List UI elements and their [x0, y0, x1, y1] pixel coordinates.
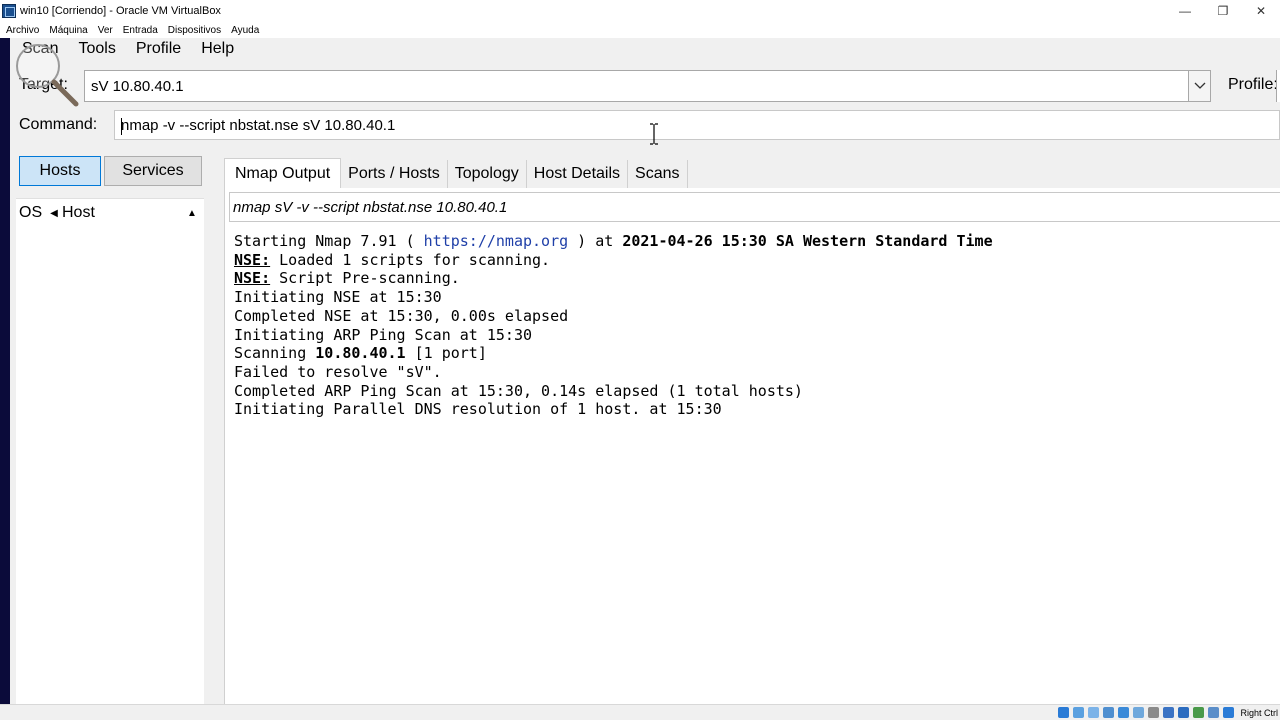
guest-screen: Scan Tools Profile Help Target: sV 10.80…	[0, 38, 1280, 704]
optical-drive-icon[interactable]	[1073, 707, 1085, 718]
output-line: Scanning 10.80.40.1 [1 port]	[234, 344, 487, 362]
profile-combobox[interactable]	[1276, 70, 1280, 102]
host-list-header: OS ◀ Host ▲	[16, 199, 204, 227]
tab-ports-hosts[interactable]: Ports / Hosts	[341, 160, 448, 188]
output-ip: 10.80.40.1	[315, 344, 406, 363]
zenmap-menubar: Scan Tools Profile Help	[10, 38, 1280, 60]
vbox-menu-ver[interactable]: Ver	[98, 25, 113, 36]
vbox-menu-entrada[interactable]: Entrada	[123, 25, 158, 36]
recording-icon[interactable]	[1193, 707, 1205, 718]
output-text-segment: Script Pre-scanning.	[270, 269, 460, 288]
nse-label: NSE:	[234, 269, 271, 288]
target-input[interactable]: sV 10.80.40.1	[85, 78, 1188, 95]
hosts-button[interactable]: Hosts	[19, 156, 101, 186]
output-line: Failed to resolve "sV".	[234, 362, 442, 381]
guest-desktop-edge	[0, 38, 10, 704]
output-text-segment: [1 port]	[405, 344, 487, 363]
output-timezone: SA Western Standard Time	[766, 232, 993, 250]
output-line: Completed NSE at 15:30, 0.00s elapsed	[234, 306, 569, 325]
output-line: Initiating ARP Ping Scan at 15:30	[234, 325, 533, 344]
vbox-menubar: Archivo Máquina Ver Entrada Dispositivos…	[0, 22, 1280, 38]
tab-nmap-output[interactable]: Nmap Output	[224, 158, 342, 188]
close-icon[interactable]: ✕	[1242, 0, 1280, 22]
column-os-label: OS	[19, 204, 43, 221]
menu-profile[interactable]: Profile	[136, 40, 181, 58]
command-field[interactable]: nmap -v --script nbstat.nse sV 10.80.40.…	[114, 110, 1280, 140]
virtualbox-icon	[2, 4, 16, 18]
minimize-icon[interactable]: —	[1166, 0, 1204, 22]
display-icon[interactable]	[1148, 707, 1160, 718]
network-icon[interactable]	[1103, 707, 1115, 718]
output-line: Starting Nmap 7.91 ( https://nmap.org ) …	[234, 232, 993, 250]
column-host[interactable]: Host	[62, 204, 180, 222]
output-text-segment: Scanning	[234, 344, 316, 363]
column-os[interactable]: OS ◀	[16, 204, 62, 222]
shared-folders-icon[interactable]	[1133, 707, 1145, 718]
output-text-segment: Loaded 1 scripts for scanning.	[270, 250, 551, 269]
output-line: NSE: Loaded 1 scripts for scanning.	[234, 251, 550, 269]
command-text: nmap -v --script nbstat.nse sV 10.80.40.…	[121, 116, 396, 134]
output-line: NSE: Script Pre-scanning.	[234, 269, 460, 287]
audio-icon[interactable]	[1088, 707, 1100, 718]
magnifier-icon	[16, 44, 79, 107]
menu-help[interactable]: Help	[201, 40, 234, 58]
vbox-menu-dispositivos[interactable]: Dispositivos	[168, 25, 221, 36]
output-line: Completed ARP Ping Scan at 15:30, 0.14s …	[234, 381, 803, 400]
tab-scans[interactable]: Scans	[628, 160, 688, 188]
host-key-label: Right Ctrl	[1240, 707, 1278, 718]
menu-tools[interactable]: Tools	[78, 40, 115, 58]
output-line: Initiating Parallel DNS resolution of 1 …	[234, 400, 722, 419]
command-label: Command:	[19, 116, 98, 133]
hard-disk-icon[interactable]	[1058, 707, 1070, 718]
profile-label: Profile:	[1228, 76, 1278, 93]
keyboard-icon[interactable]	[1223, 707, 1235, 718]
output-line: Initiating NSE at 15:30	[234, 288, 442, 307]
host-list[interactable]: OS ◀ Host ▲	[16, 198, 204, 704]
triangle-left-icon: ◀	[50, 207, 58, 219]
vbox-menu-maquina[interactable]: Máquina	[49, 25, 87, 36]
vbox-titlebar: win10 [Corriendo] - Oracle VM VirtualBox…	[0, 0, 1280, 22]
mouse-integration-icon[interactable]	[1208, 707, 1220, 718]
vbox-statusbar: Right Ctrl	[0, 704, 1280, 720]
window-title: win10 [Corriendo] - Oracle VM VirtualBox	[20, 5, 221, 17]
usb-icon[interactable]	[1118, 707, 1130, 718]
cpu-icon[interactable]	[1178, 707, 1190, 718]
services-button[interactable]: Services	[104, 156, 202, 186]
tab-topology[interactable]: Topology	[447, 160, 527, 188]
nmap-output-panel: nmap sV -v --script nbstat.nse 10.80.40.…	[224, 188, 1280, 704]
output-command-selector[interactable]: nmap sV -v --script nbstat.nse 10.80.40.…	[229, 192, 1280, 222]
video-capture-icon[interactable]	[1163, 707, 1175, 718]
output-date: 2021-04-26 15:30	[622, 232, 767, 250]
vbox-menu-ayuda[interactable]: Ayuda	[231, 25, 259, 36]
nmap-link[interactable]: https://nmap.org	[424, 232, 569, 250]
nmap-output-text[interactable]: Starting Nmap 7.91 ( https://nmap.org ) …	[234, 232, 993, 419]
result-tabs: Nmap Output Ports / Hosts Topology Host …	[224, 158, 688, 188]
nse-label: NSE:	[234, 250, 271, 269]
vbox-menu-archivo[interactable]: Archivo	[6, 25, 39, 36]
target-combobox[interactable]: sV 10.80.40.1	[84, 70, 1211, 102]
output-text-segment: ) at	[568, 232, 623, 250]
text-caret	[121, 117, 122, 135]
sort-ascending-icon[interactable]: ▲	[180, 208, 204, 219]
restore-icon[interactable]: ❐	[1204, 0, 1242, 22]
chevron-down-icon[interactable]	[1188, 71, 1210, 101]
text-cursor-icon	[650, 123, 658, 145]
command-input[interactable]: nmap -v --script nbstat.nse sV 10.80.40.…	[115, 116, 396, 135]
output-text-segment: Starting Nmap 7.91 (	[234, 232, 424, 250]
tab-host-details[interactable]: Host Details	[526, 160, 629, 188]
